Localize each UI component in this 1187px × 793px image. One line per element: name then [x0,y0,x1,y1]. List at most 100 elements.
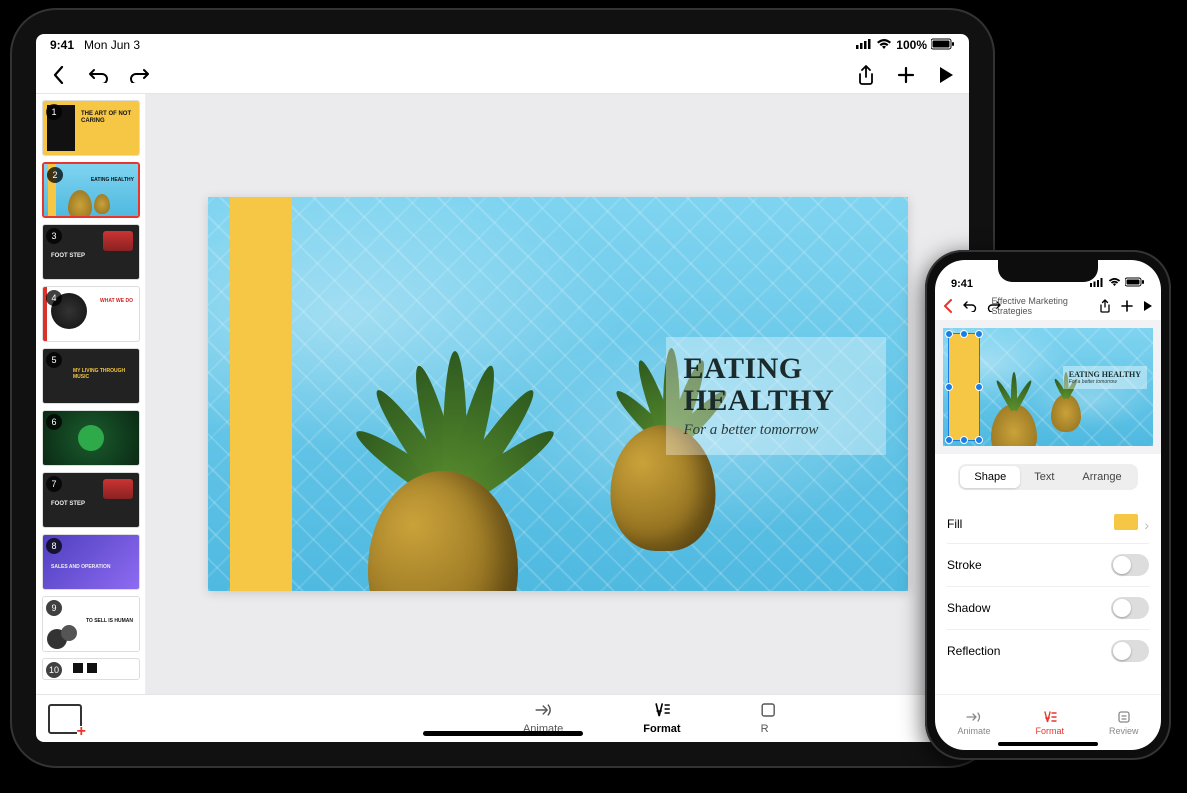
play-button[interactable] [1143,300,1153,312]
play-button[interactable] [933,62,959,88]
tab-review[interactable]: Review [1109,710,1139,736]
tab-label: Review [1109,726,1139,736]
shadow-toggle[interactable] [1111,597,1149,619]
bottom-bar: + Animate Format R [36,694,969,742]
slide-number: 10 [46,662,62,678]
reflection-toggle[interactable] [1111,640,1149,662]
thumb-title: EATING HEALTHY [91,178,134,184]
battery-icon [931,38,955,53]
tab-label: R [761,723,769,735]
wifi-icon [876,38,892,53]
tab-review[interactable]: R [761,702,781,735]
status-time: 9:41 [951,278,973,290]
format-segment-control[interactable]: Shape Text Arrange [958,464,1137,490]
review-icon [1117,710,1131,724]
tab-label: Animate [957,726,990,736]
title-text-box[interactable]: EATING HEALTHY For a better tomorrow [1063,366,1147,389]
reflection-row[interactable]: Reflection [947,630,1149,672]
add-button[interactable] [893,62,919,88]
tab-label: Format [1035,726,1064,736]
slide-thumbnail[interactable]: 8 SALES AND OPERATION [42,534,140,590]
tab-format[interactable]: Format [643,702,680,735]
shadow-row[interactable]: Shadow [947,587,1149,630]
slide-thumbnail[interactable]: 5 MY LIVING THROUGH MUSIC [42,348,140,404]
tab-format[interactable]: Format [1035,710,1064,736]
row-label: Shadow [947,601,990,615]
slide-number: 8 [46,538,62,554]
tab-animate[interactable]: Animate [957,710,990,736]
ipad-device: 9:41 Mon Jun 3 100% [10,8,995,768]
row-label: Stroke [947,558,982,572]
iphone-screen: 9:41 Effective Marketing Strategies [935,260,1161,750]
slide-heading: EATING HEALTHY [1069,370,1141,379]
ipad-screen: 9:41 Mon Jun 3 100% [36,34,969,742]
format-icon [1042,710,1058,724]
slide-number: 3 [46,228,62,244]
wifi-icon [1108,277,1121,290]
cellular-icon [856,38,872,52]
format-panel: Shape Text Arrange Fill › Stroke Shadow … [935,454,1161,694]
slide-number: 2 [47,167,63,183]
slide[interactable]: EATING HEALTHY For a better tomorrow [943,328,1153,446]
segment-text[interactable]: Text [1020,466,1068,488]
tab-label: Format [643,723,680,735]
thumb-title: SALES AND OPERATION [51,565,110,571]
slide-thumbnail[interactable]: 1 THE ART OF NOT CARING [42,100,140,156]
add-button[interactable] [1121,300,1133,312]
back-button[interactable] [943,299,953,313]
animate-icon [533,702,553,721]
redo-button[interactable] [126,62,152,88]
chevron-right-icon: › [1144,517,1149,533]
home-indicator[interactable] [998,742,1098,746]
slide-number: 9 [46,600,62,616]
back-button[interactable] [46,62,72,88]
slide-thumbnail[interactable]: 9 TO SELL IS HUMAN [42,596,140,652]
slide-subtitle: For a better tomorrow [1069,379,1141,385]
slide-thumbnails-panel[interactable]: 1 THE ART OF NOT CARING 2 EATING HEALTHY [36,94,146,694]
status-date: Mon Jun 3 [84,38,140,52]
fill-color-swatch [1114,514,1138,530]
stroke-row[interactable]: Stroke [947,544,1149,587]
pineapple-image[interactable] [338,351,548,591]
row-label: Reflection [947,644,1000,658]
review-icon [761,702,777,721]
slide-thumbnail[interactable]: 2 EATING HEALTHY [42,162,140,218]
slide-thumbnail[interactable]: 7 FOOT STEP [42,472,140,528]
stroke-toggle[interactable] [1111,554,1149,576]
slide-thumbnail[interactable]: 4 WHAT WE DO [42,286,140,342]
slide-heading-line1: EATING [684,352,803,385]
document-title: Effective Marketing Strategies [992,296,1105,316]
animate-icon [965,710,983,724]
battery-icon [1125,277,1145,290]
segment-arrange[interactable]: Arrange [1068,466,1135,488]
phone-toolbar: Effective Marketing Strategies [935,292,1161,320]
format-icon [653,702,671,721]
pineapple-image [1051,394,1081,432]
undo-button[interactable] [963,300,977,312]
slide-thumbnail[interactable]: 10 [42,658,140,680]
slide-thumbnail[interactable]: 6 [42,410,140,466]
thumb-title: FOOT STEP [51,253,85,260]
title-text-box[interactable]: EATING HEALTHY For a better tomorrow [666,337,886,455]
undo-button[interactable] [86,62,112,88]
thumb-title: FOOT STEP [51,501,85,508]
slide-number: 5 [46,352,62,368]
yellow-sidebar-shape[interactable] [949,334,979,440]
slide-canvas[interactable]: EATING HEALTHY For a better tomorrow [146,94,969,694]
segment-shape[interactable]: Shape [960,466,1020,488]
fill-row[interactable]: Fill › [947,504,1149,544]
slide[interactable]: EATING HEALTHY For a better tomorrow [208,197,908,591]
status-bar: 9:41 Mon Jun 3 100% [36,34,969,56]
add-slide-button[interactable]: + [48,704,82,734]
yellow-sidebar-shape[interactable] [230,197,292,591]
slide-number: 7 [46,476,62,492]
slide-number: 1 [46,104,62,120]
thumb-title: THE ART OF NOT CARING [81,111,139,124]
home-indicator[interactable] [423,731,583,736]
share-button[interactable] [853,62,879,88]
toolbar [36,56,969,94]
plus-icon: + [77,726,86,738]
phone-slide-canvas[interactable]: EATING HEALTHY For a better tomorrow [935,320,1161,454]
battery-percent: 100% [896,38,927,52]
slide-thumbnail[interactable]: 3 FOOT STEP [42,224,140,280]
